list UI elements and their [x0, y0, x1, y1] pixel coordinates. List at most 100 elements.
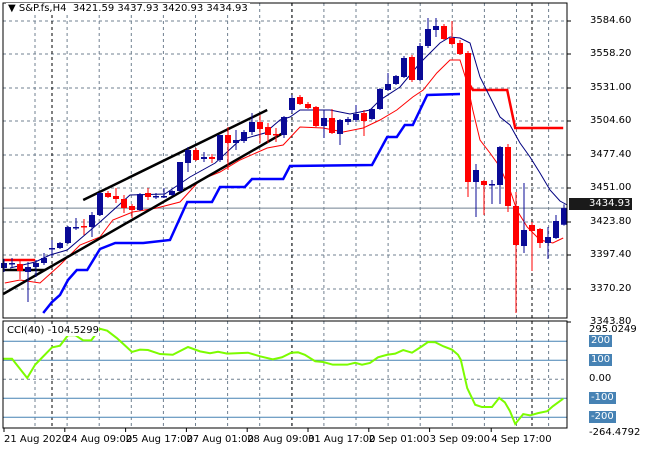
candle-body — [137, 194, 143, 210]
candle-body — [321, 118, 327, 126]
chart-header: ▼ S&P.fs,H4 3421.59 3437.93 3420.93 3434… — [6, 3, 250, 14]
price-axis-label: 3451.00 — [590, 182, 632, 193]
time-axis-label: 2 Sep 01:00 — [368, 434, 430, 445]
candle-body — [305, 104, 311, 108]
candle — [257, 115, 263, 143]
frame — [2, 2, 571, 432]
candle — [73, 218, 79, 230]
candle — [329, 109, 335, 134]
candle-body — [89, 215, 95, 227]
candle — [273, 128, 279, 142]
time-axis-label: 24 Aug 09:00 — [64, 434, 133, 445]
candle-body — [473, 170, 479, 182]
candle-body — [241, 132, 247, 141]
candle-body — [1, 263, 7, 268]
candle-body — [497, 147, 503, 185]
candle — [425, 18, 431, 48]
candle — [321, 110, 327, 138]
candle-body — [513, 206, 519, 245]
candle-body — [281, 117, 287, 135]
candle — [529, 222, 535, 271]
candle — [441, 24, 447, 40]
candle — [369, 108, 375, 120]
indicator-lines — [2, 36, 568, 314]
price-axis-label: 3504.60 — [590, 115, 632, 126]
candle — [537, 228, 543, 248]
candle-body — [185, 150, 191, 163]
candle — [377, 88, 383, 110]
candle — [281, 116, 287, 138]
cci-axis-label: -264.4792 — [589, 426, 641, 438]
candle-body — [41, 258, 47, 263]
candle-body — [105, 193, 111, 197]
cci-axis-label: -200 — [589, 411, 616, 424]
candle — [121, 195, 127, 213]
candle-body — [417, 46, 423, 80]
candle-body — [313, 107, 319, 126]
candle-body — [209, 157, 215, 159]
candle-body — [521, 230, 527, 246]
candle-body — [345, 119, 351, 122]
cci-line — [3, 327, 564, 426]
symbol-label: S&P.fs,H4 — [18, 3, 67, 14]
time-axis-label: 31 Aug 17:00 — [308, 434, 376, 445]
candle — [129, 204, 135, 218]
candle-body — [425, 29, 431, 46]
candle-body — [169, 191, 175, 195]
candle — [113, 188, 119, 203]
candle-body — [377, 89, 383, 109]
candle — [449, 21, 455, 45]
candle-body — [457, 43, 463, 54]
candle-body — [17, 264, 23, 271]
candle-body — [289, 98, 295, 110]
current-price-label: 3434.93 — [569, 198, 633, 210]
candle-body — [145, 193, 151, 197]
candle-body — [201, 157, 207, 159]
candle-body — [433, 26, 439, 30]
candle — [65, 226, 71, 244]
fast-ma-line — [9, 36, 568, 269]
candle-body — [57, 243, 63, 248]
candle — [105, 191, 111, 198]
time-axis-label: 21 Aug 2020 — [4, 434, 69, 445]
candle-body — [225, 135, 231, 143]
candle — [345, 117, 351, 125]
collapse-triangle-icon[interactable]: ▼ — [8, 3, 19, 14]
candle — [489, 180, 495, 204]
candle-body — [369, 109, 375, 119]
candle — [553, 215, 559, 239]
candle-body — [113, 196, 119, 199]
candle — [545, 227, 551, 259]
candle-body — [385, 84, 391, 90]
candle-body — [337, 120, 343, 134]
candle-body — [481, 181, 487, 185]
cci-panel-border — [2, 320, 568, 429]
candle — [305, 102, 311, 109]
candle-body — [153, 196, 159, 198]
candle — [17, 261, 23, 279]
price-axis-label: 3423.80 — [590, 216, 632, 227]
candle-body — [217, 135, 223, 160]
time-axis-label: 3 Sep 09:00 — [429, 434, 490, 445]
candle — [201, 152, 207, 162]
candle — [433, 18, 439, 37]
candle-body — [489, 184, 495, 186]
candle-body — [537, 229, 543, 243]
candle-body — [449, 38, 455, 44]
candle — [385, 73, 391, 91]
candle-body — [529, 225, 535, 231]
price-axis-label: 3477.40 — [590, 149, 632, 160]
chart-canvas[interactable] — [0, 0, 660, 450]
time-axis-label: 25 Aug 17:00 — [125, 434, 194, 445]
time-axis-label: 28 Aug 09:00 — [247, 434, 315, 445]
candle-body — [81, 226, 87, 228]
candle-body — [561, 208, 567, 225]
cci-panel — [3, 327, 567, 426]
cci-value: -104.5299 — [47, 325, 99, 336]
candle-body — [465, 53, 471, 182]
candle — [57, 242, 63, 249]
candle — [497, 146, 503, 204]
cci-axis-label: 100 — [589, 354, 613, 367]
candle-body — [65, 227, 71, 243]
slow-ma-line — [4, 59, 564, 284]
